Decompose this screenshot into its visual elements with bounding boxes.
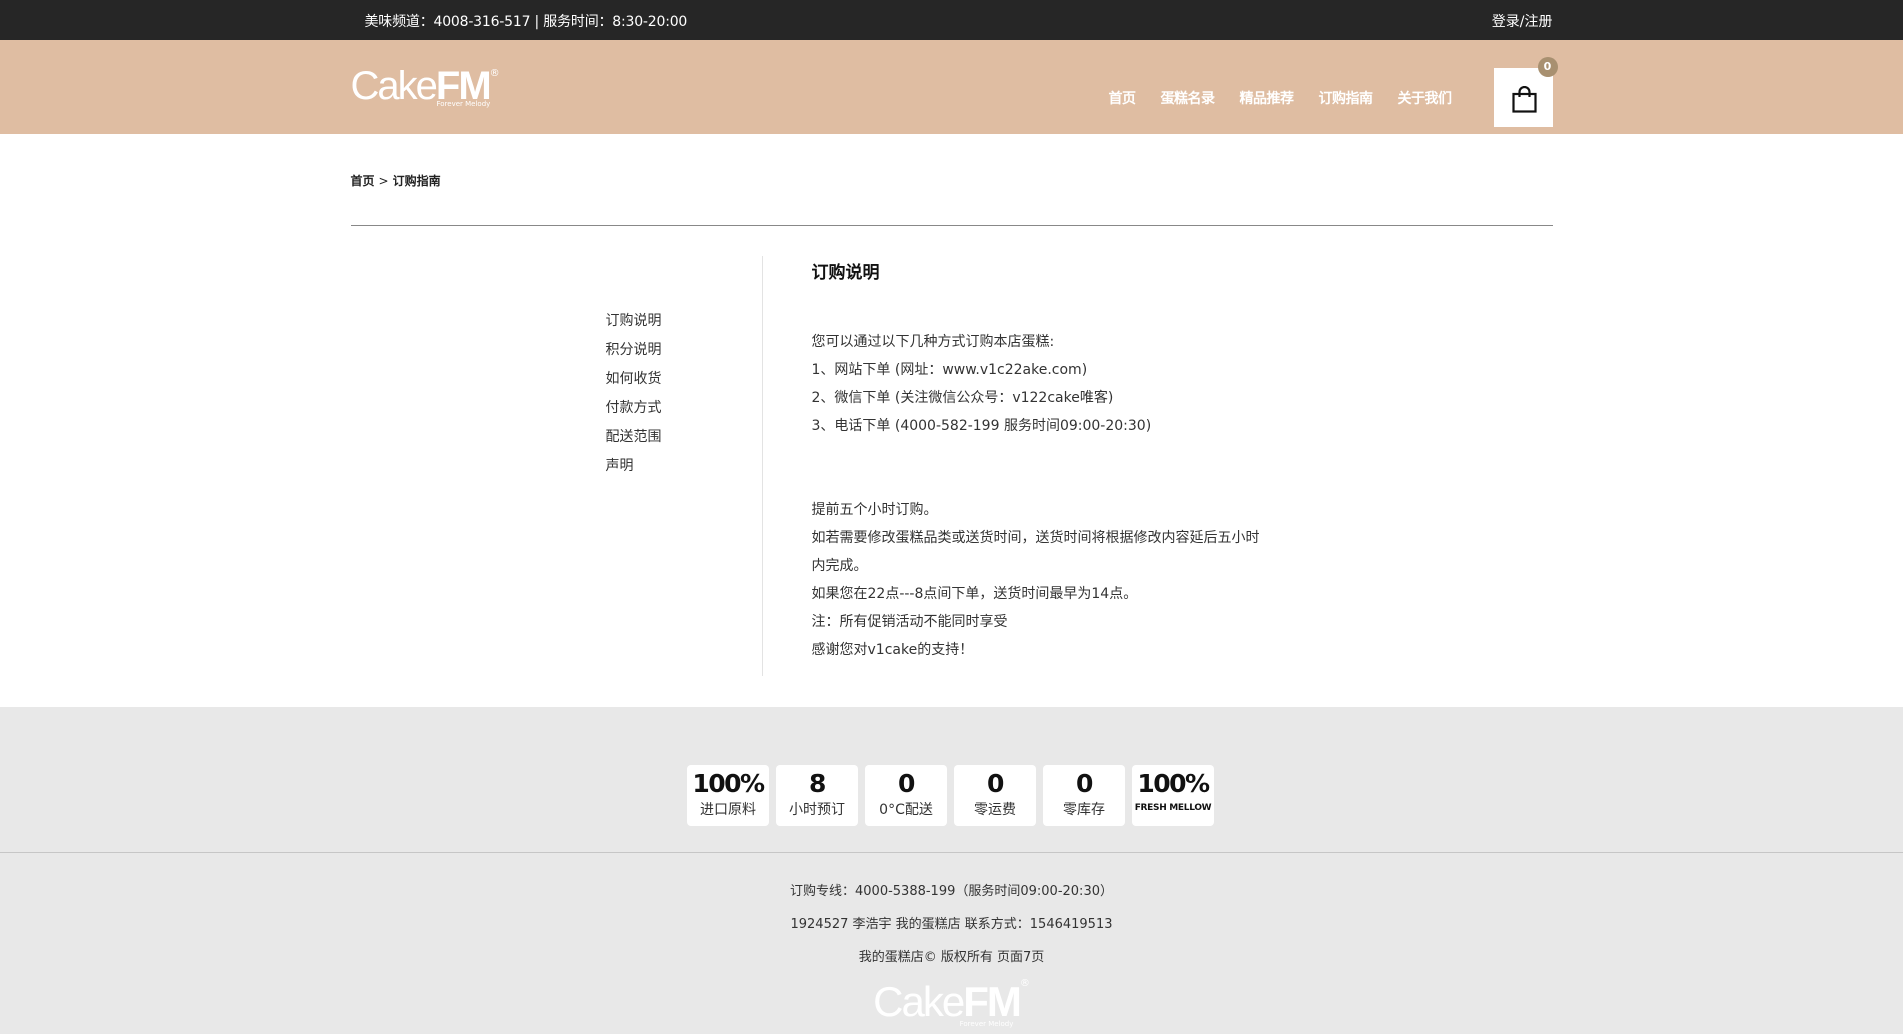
article-paragraph: 感谢您对v1cake的支持！: [811, 642, 974, 658]
article-paragraph: 3、电话下单 (4000-582-199 服务时间09:00-20:30): [811, 418, 1152, 434]
main-nav: 首页 蛋糕名录 精品推荐 订购指南 关于我们: [1084, 88, 1453, 108]
feature-cold-delivery: 0 0°C配送: [865, 765, 947, 826]
nav-recommended[interactable]: 精品推荐: [1240, 88, 1295, 108]
nav-order-guide[interactable]: 订购指南: [1319, 88, 1374, 108]
cart-button[interactable]: 0: [1493, 57, 1558, 127]
feature-fresh-mellow: 100% FRESH MELLOW: [1132, 765, 1214, 826]
article-title: 订购说明: [811, 263, 880, 283]
cart-count-badge: 0: [1537, 57, 1558, 77]
content-divider: [761, 256, 763, 676]
footer-contact: 1924527 李浩宇 我的蛋糕店 联系方式：1546419513: [790, 917, 1113, 932]
article-paragraph: 您可以通过以下几种方式订购本店蛋糕:: [811, 334, 1055, 350]
article-paragraph: 1、网站下单 (网址：www.v1c22ake.com): [811, 362, 1088, 378]
nav-about-us[interactable]: 关于我们: [1398, 88, 1453, 108]
nav-home[interactable]: 首页: [1109, 88, 1137, 108]
top-bar: 美味频道：4008-316-517 | 服务时间：8:30-20:00 登录/注…: [0, 0, 1903, 40]
side-item-payment[interactable]: 付款方式: [606, 398, 662, 427]
breadcrumb-current: 订购指南: [392, 174, 441, 188]
breadcrumb-home[interactable]: 首页: [351, 174, 375, 188]
footer-copyright: 我的蛋糕店© 版权所有 页面7页: [858, 950, 1045, 965]
nav-cake-catalog[interactable]: 蛋糕名录: [1161, 88, 1216, 108]
feature-free-shipping: 0 零运费: [954, 765, 1036, 826]
side-item-points-info[interactable]: 积分说明: [606, 340, 662, 369]
footer-logo: CakeFM® Forever Melody: [873, 978, 1030, 1028]
feature-imported-ingredients: 100% 进口原料: [687, 765, 769, 826]
features-band: 100% 进口原料 8 小时预订 0 0°C配送 0 零运费 0 零库存 100…: [0, 707, 1903, 852]
footer-hotline: 订购专线：4000-5388-199（服务时间09:00-20:30）: [790, 884, 1113, 899]
site-footer: 订购专线：4000-5388-199（服务时间09:00-20:30） 1924…: [0, 853, 1903, 1034]
article-paragraph: 提前五个小时订购。: [811, 502, 938, 518]
shopping-bag-icon: [1511, 86, 1537, 113]
side-menu: 订购说明 积分说明 如何收货 付款方式 配送范围 声明: [606, 311, 662, 485]
side-item-delivery-range[interactable]: 配送范围: [606, 427, 662, 456]
cakefm-logo[interactable]: CakeFM® Forever Melody: [351, 66, 500, 108]
feature-hours-preorder: 8 小时预订: [776, 765, 858, 826]
site-header: CakeFM® Forever Melody 首页 蛋糕名录 精品推荐 订购指南…: [0, 40, 1903, 134]
article-paragraph: 如若需要修改蛋糕品类或送货时间，送货时间将根据修改内容延后五小时内完成。: [811, 530, 1260, 574]
article-paragraph: 2、微信下单 (关注微信公众号：v122cake唯客): [811, 390, 1114, 406]
feature-zero-inventory: 0 零库存: [1043, 765, 1125, 826]
hotline-text: 美味频道：4008-316-517 | 服务时间：8:30-20:00: [364, 14, 688, 30]
article-paragraph: 如果您在22点---8点间下单，送货时间最早为14点。: [811, 586, 1138, 602]
side-item-statement[interactable]: 声明: [606, 456, 662, 485]
side-item-order-info[interactable]: 订购说明: [606, 311, 662, 340]
breadcrumb-divider: [350, 225, 1553, 226]
breadcrumb: 首页 > 订购指南: [350, 174, 441, 188]
article: 订购说明 您可以通过以下几种方式订购本店蛋糕: 1、网站下单 (网址：www.v…: [812, 258, 1272, 664]
login-register-link[interactable]: 登录/注册: [1492, 11, 1553, 31]
main-content: 首页 > 订购指南 订购说明 积分说明 如何收货 付款方式 配送范围 声明 订购说明…: [350, 134, 1553, 707]
article-paragraph: 注：所有促销活动不能同时享受: [811, 614, 1008, 630]
side-item-receiving[interactable]: 如何收货: [606, 369, 662, 398]
